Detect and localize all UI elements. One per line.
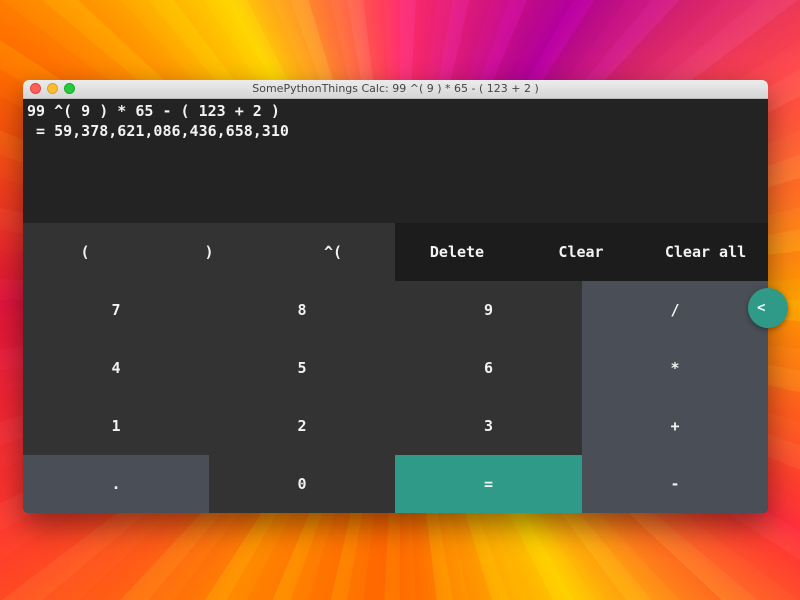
nine-button[interactable]: 9: [395, 281, 582, 339]
zero-button[interactable]: 0: [209, 455, 395, 513]
clear-button[interactable]: Clear: [519, 223, 643, 281]
three-button[interactable]: 3: [395, 397, 582, 455]
result-text: = 59,378,621,086,436,658,310: [27, 122, 289, 140]
eight-button[interactable]: 8: [209, 281, 395, 339]
one-button[interactable]: 1: [23, 397, 209, 455]
keypad: 7 8 9 / 4 5 6 * 1 2 3 + . 0 = -: [23, 281, 768, 513]
close-paren-button[interactable]: ): [147, 223, 271, 281]
six-button[interactable]: 6: [395, 339, 582, 397]
calculator-window: SomePythonThings Calc: 99 ^( 9 ) * 65 - …: [23, 80, 768, 513]
window-title: SomePythonThings Calc: 99 ^( 9 ) * 65 - …: [252, 82, 539, 95]
two-button[interactable]: 2: [209, 397, 395, 455]
open-paren-button[interactable]: (: [23, 223, 147, 281]
power-button[interactable]: ^(: [271, 223, 395, 281]
chevron-left-icon: <: [757, 300, 766, 316]
four-button[interactable]: 4: [23, 339, 209, 397]
multiply-button[interactable]: *: [582, 339, 768, 397]
divide-button[interactable]: /: [582, 281, 768, 339]
function-row: ( ) ^( Delete Clear Clear all: [23, 223, 768, 281]
five-button[interactable]: 5: [209, 339, 395, 397]
equals-button[interactable]: =: [395, 455, 582, 513]
expression-text: 99 ^( 9 ) * 65 - ( 123 + 2 ): [27, 102, 280, 120]
plus-button[interactable]: +: [582, 397, 768, 455]
clear-all-button[interactable]: Clear all: [643, 223, 768, 281]
window-titlebar: SomePythonThings Calc: 99 ^( 9 ) * 65 - …: [23, 80, 768, 99]
decimal-point-button[interactable]: .: [23, 455, 209, 513]
side-panel-toggle-button[interactable]: <: [748, 288, 788, 328]
minus-button[interactable]: -: [582, 455, 768, 513]
delete-button[interactable]: Delete: [395, 223, 519, 281]
calculator-display: 99 ^( 9 ) * 65 - ( 123 + 2 ) = 59,378,62…: [23, 99, 768, 225]
seven-button[interactable]: 7: [23, 281, 209, 339]
